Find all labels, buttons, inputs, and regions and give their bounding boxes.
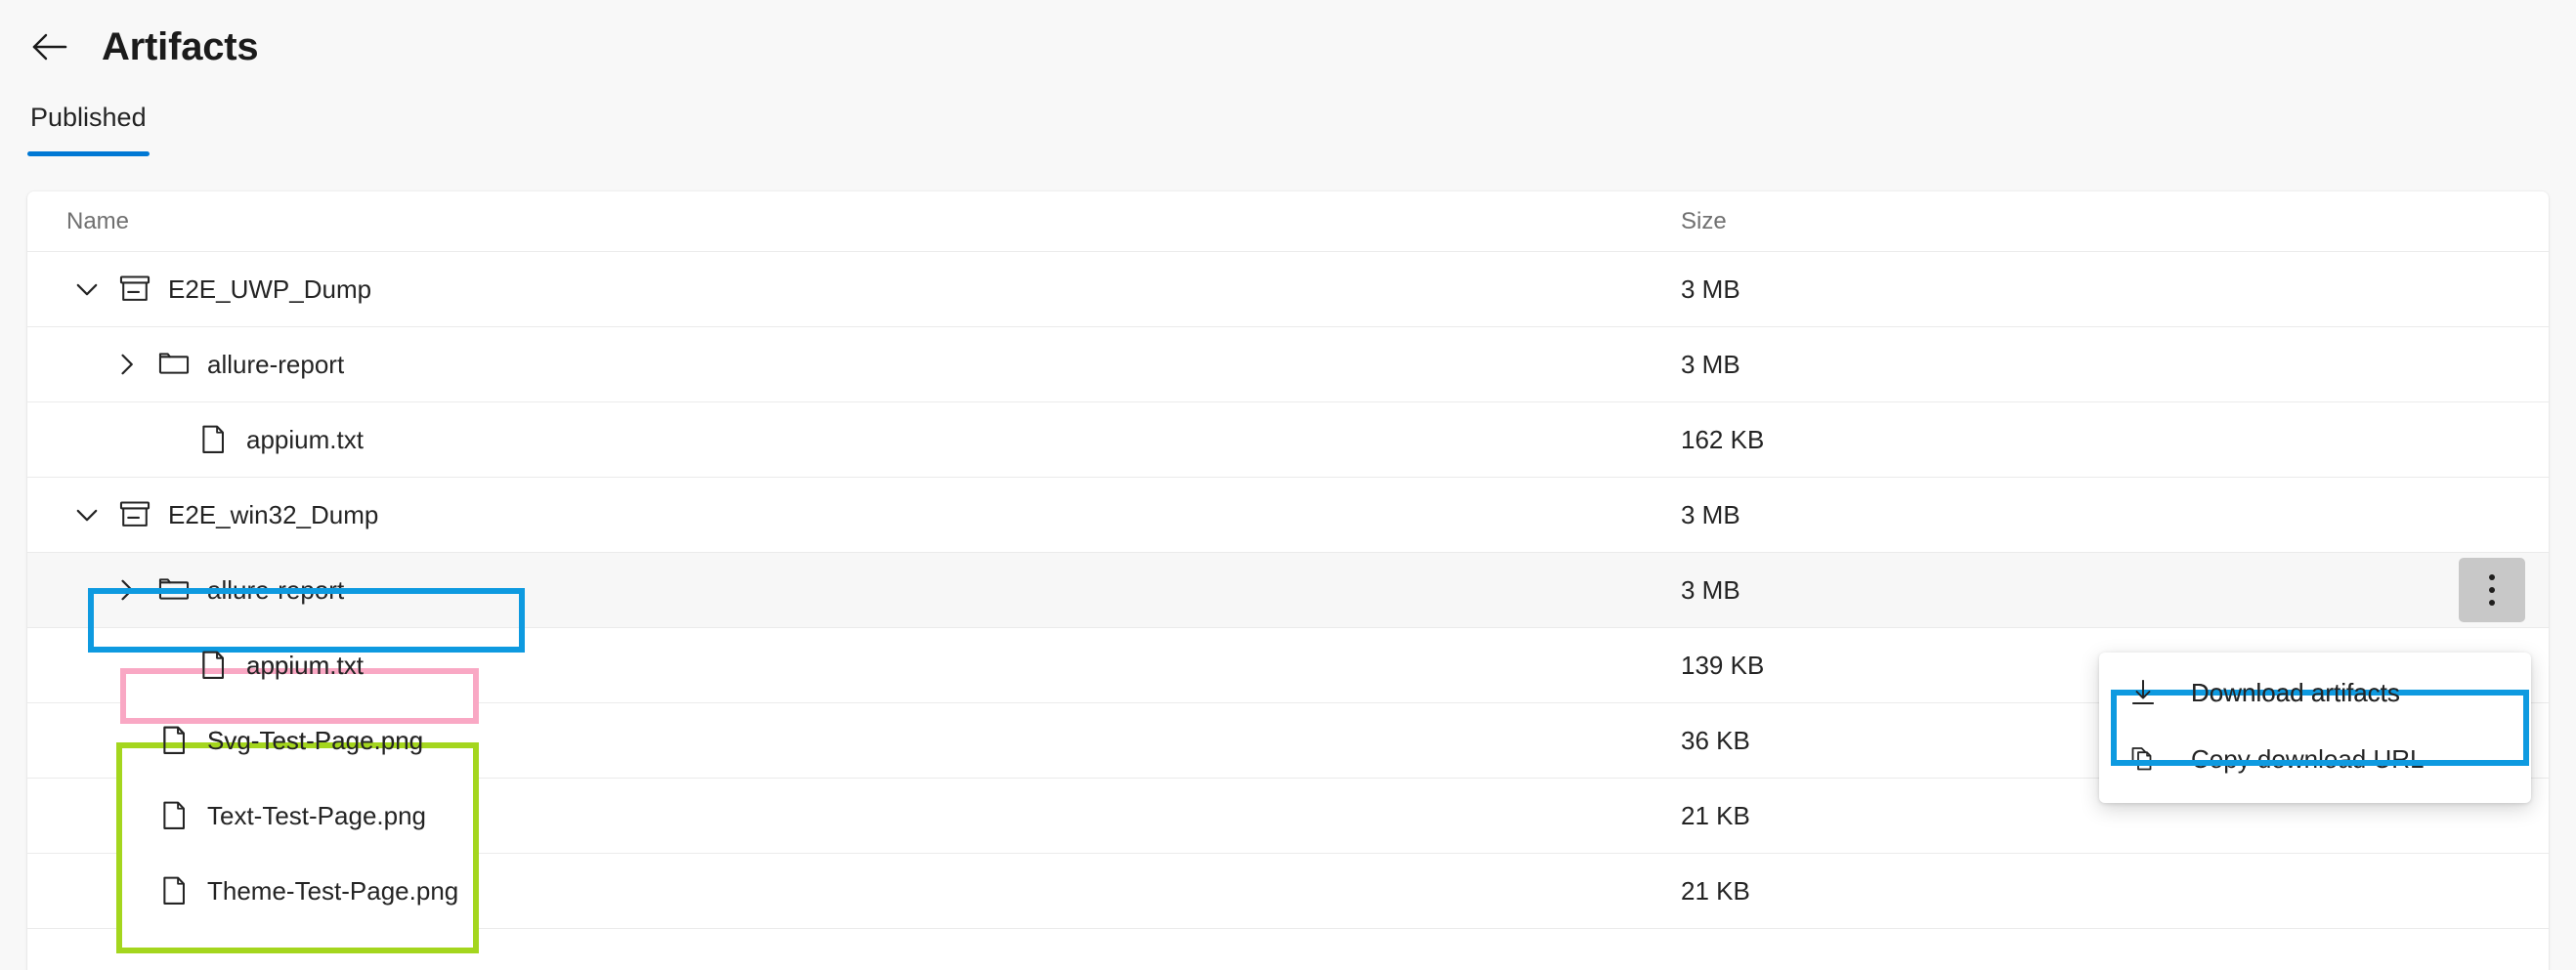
cell-size: 3 MB: [1681, 575, 2549, 606]
file-icon: [193, 420, 233, 459]
row-size-label: 139 KB: [1681, 650, 1765, 680]
row-size-label: 162 KB: [1681, 424, 1765, 454]
page-title: Artifacts: [102, 24, 259, 68]
table-body: E2E_UWP_Dump 3 MB allure-report 3 MB appium.…: [27, 252, 2549, 929]
file-icon-glyph: [163, 876, 185, 905]
row-name-label: Svg-Test-Page.png: [207, 725, 424, 755]
file-icon-glyph: [163, 801, 185, 829]
row-name-label: E2E_UWP_Dump: [168, 274, 372, 304]
archive-box-icon-glyph: [119, 501, 150, 527]
cell-name: Theme-Test-Page.png: [66, 870, 1681, 911]
chevron-down-icon[interactable]: [66, 494, 107, 535]
column-header-size: Size: [1681, 207, 1727, 234]
row-size-label: 3 MB: [1681, 274, 1740, 304]
table-row[interactable]: E2E_UWP_Dump 3 MB: [27, 252, 2549, 327]
table-row[interactable]: Theme-Test-Page.png 21 KB: [27, 854, 2549, 929]
cell-name: Svg-Test-Page.png: [66, 720, 1681, 761]
row-name-label: allure-report: [207, 349, 345, 379]
row-name-label: E2E_win32_Dump: [168, 499, 379, 529]
arrow-left-glyph: [32, 33, 67, 60]
chevron-down-icon-glyph: [76, 283, 98, 296]
row-size-label: 3 MB: [1681, 574, 1740, 605]
cell-size: 3 MB: [1681, 274, 2549, 305]
row-context-menu: Download artifacts Copy download URL: [2099, 653, 2531, 803]
table-row[interactable]: appium.txt 162 KB: [27, 402, 2549, 478]
more-vertical-icon[interactable]: [2459, 558, 2525, 622]
cell-size: 162 KB: [1681, 425, 2549, 455]
cell-name: E2E_UWP_Dump: [66, 269, 1681, 310]
table-row[interactable]: E2E_win32_Dump 3 MB: [27, 478, 2549, 553]
artifacts-table: Name Size E2E_UWP_Dump 3 MB allure-report 3…: [27, 191, 2549, 970]
page-header: Artifacts: [0, 0, 2576, 93]
chevron-down-icon-glyph: [76, 509, 98, 522]
file-icon: [154, 871, 193, 910]
menu-item-copy-download-url[interactable]: Copy download URL: [2099, 726, 2531, 792]
folder-icon: [154, 345, 193, 384]
row-name-label: appium.txt: [246, 424, 364, 454]
folder-icon-glyph: [158, 353, 190, 374]
row-name-label: Text-Test-Page.png: [207, 800, 427, 830]
row-name-label: allure-report: [207, 574, 345, 605]
archive-box-icon: [115, 270, 154, 309]
folder-icon-glyph: [158, 578, 190, 600]
chevron-right-icon[interactable]: [106, 344, 147, 385]
cell-name: appium.txt: [66, 419, 1681, 460]
cell-size: 21 KB: [1681, 801, 2549, 831]
menu-item-download-artifacts[interactable]: Download artifacts: [2099, 659, 2531, 726]
cell-name: E2E_win32_Dump: [66, 494, 1681, 535]
file-icon: [193, 646, 233, 685]
arrow-left-icon[interactable]: [23, 21, 76, 73]
cell-size: 3 MB: [1681, 350, 2549, 380]
download-icon: [2128, 678, 2169, 707]
row-size-label: 3 MB: [1681, 349, 1740, 379]
archive-box-icon: [115, 495, 154, 534]
tab-published[interactable]: Published: [27, 93, 150, 157]
row-name-label: appium.txt: [246, 650, 364, 680]
tab-published-label: Published: [30, 103, 147, 132]
row-name-label: Theme-Test-Page.png: [207, 875, 459, 906]
tab-bar: Published: [0, 93, 2576, 169]
tab-active-indicator: [27, 151, 150, 157]
cell-name: Text-Test-Page.png: [66, 795, 1681, 836]
row-size-label: 21 KB: [1681, 875, 1750, 906]
chevron-down-icon[interactable]: [66, 269, 107, 310]
dot: [2489, 574, 2495, 580]
file-icon-glyph: [202, 651, 224, 679]
file-icon: [154, 721, 193, 760]
column-header-name: Name: [66, 207, 130, 234]
copy-glyph: [2131, 747, 2152, 771]
cell-name: allure-report: [66, 344, 1681, 385]
download-glyph: [2132, 680, 2154, 704]
chevron-right-icon[interactable]: [106, 569, 147, 611]
cell-size: 21 KB: [1681, 876, 2549, 907]
folder-icon: [154, 570, 193, 610]
chevron-right-icon-glyph: [121, 354, 133, 375]
table-row[interactable]: allure-report 3 MB: [27, 327, 2549, 402]
file-icon: [154, 796, 193, 835]
chevron-right-icon-glyph: [121, 579, 133, 601]
copy-icon: [2128, 744, 2169, 774]
dot: [2489, 587, 2495, 593]
row-size-label: 3 MB: [1681, 499, 1740, 529]
file-icon-glyph: [163, 726, 185, 754]
menu-item-label: Copy download URL: [2191, 743, 2425, 774]
archive-box-icon-glyph: [119, 275, 150, 301]
cell-name: allure-report: [66, 569, 1681, 611]
row-size-label: 21 KB: [1681, 800, 1750, 830]
table-row[interactable]: allure-report 3 MB: [27, 553, 2549, 628]
cell-name: appium.txt: [66, 645, 1681, 686]
cell-size: 3 MB: [1681, 500, 2549, 530]
menu-item-label: Download artifacts: [2191, 677, 2400, 707]
table-header-row: Name Size: [27, 191, 2549, 252]
file-icon-glyph: [202, 425, 224, 453]
row-size-label: 36 KB: [1681, 725, 1750, 755]
artifacts-page: Artifacts Published Name Size E2E_UWP_Du…: [0, 0, 2576, 970]
dot: [2489, 600, 2495, 606]
